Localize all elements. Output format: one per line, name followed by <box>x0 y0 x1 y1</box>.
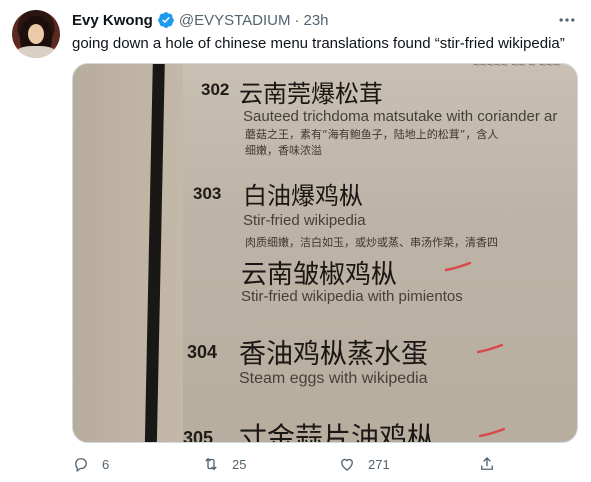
tweet-header: Evy Kwong @EVYSTADIUM · 23h <box>72 10 329 30</box>
tweet-text: going down a hole of chinese menu transl… <box>72 35 565 52</box>
menu-number: 303 <box>193 184 222 203</box>
display-name[interactable]: Evy Kwong <box>72 12 153 29</box>
cut-off-text: ~~~~~ ~~ ~ ~~~ <box>473 63 561 72</box>
menu-english-name: Stir-fried wikipedia with pimientos <box>241 288 463 305</box>
reply-button[interactable]: 6 <box>72 452 109 476</box>
chili-icon <box>445 262 471 272</box>
chili-icon <box>479 428 505 438</box>
menu-number: 305 <box>183 428 214 443</box>
timestamp[interactable]: 23h <box>304 12 329 29</box>
menu-english-name: Stir-fried wikipedia <box>243 212 366 229</box>
menu-chinese-name: 云南皱椒鸡枞 <box>241 260 398 290</box>
photo-shadow <box>73 64 183 442</box>
retweet-icon <box>205 457 217 471</box>
menu-english-name: Steam eggs with wikipedia <box>239 370 428 387</box>
tweet-photo[interactable]: ~~~~~ ~~ ~ ~~~ 302 云南莞爆松茸 Sauteed trichd… <box>72 63 578 443</box>
menu-number: 302 <box>201 80 230 99</box>
menu-chinese-name: 寸金蒜片油鸡枞 <box>239 421 436 443</box>
avatar-shirt <box>16 46 56 58</box>
menu-description: 肉质细嫩，洁白如玉，或炒或蒸、串汤作菜，清香四 <box>245 236 498 249</box>
tweet: Evy Kwong @EVYSTADIUM · 23h going down a… <box>0 0 591 482</box>
share-button[interactable] <box>478 452 496 476</box>
like-count: 271 <box>368 456 390 472</box>
tweet-actions: 6 25 271 <box>72 452 502 476</box>
retweet-count: 25 <box>232 456 247 472</box>
menu-description: 细嫩，香味浓溢 <box>245 144 322 157</box>
menu-chinese-name: 云南莞爆松茸 <box>239 80 383 108</box>
menu-chinese-name: 香油鸡枞蒸水蛋 <box>239 339 428 370</box>
verified-badge-icon <box>157 12 174 28</box>
reply-icon <box>75 458 87 473</box>
chili-icon <box>477 344 503 354</box>
share-icon <box>481 457 493 470</box>
more-options-icon[interactable] <box>557 10 577 30</box>
avatar[interactable] <box>12 10 60 58</box>
separator-dot: · <box>294 11 300 29</box>
heart-icon <box>341 458 353 471</box>
avatar-face <box>28 24 44 44</box>
reply-count: 6 <box>102 456 110 472</box>
menu-english-name: Sauteed trichdoma matsutake with coriand… <box>243 108 558 125</box>
menu-number: 304 <box>187 342 218 362</box>
menu-description: 蘑菇之王，素有“海有鲍鱼子，陆地上的松茸”，含人 <box>245 128 499 141</box>
like-button[interactable]: 271 <box>338 452 390 476</box>
menu-chinese-name: 白油爆鸡枞 <box>243 182 363 210</box>
user-handle[interactable]: @EVYSTADIUM <box>179 12 291 29</box>
retweet-button[interactable]: 25 <box>202 452 246 476</box>
